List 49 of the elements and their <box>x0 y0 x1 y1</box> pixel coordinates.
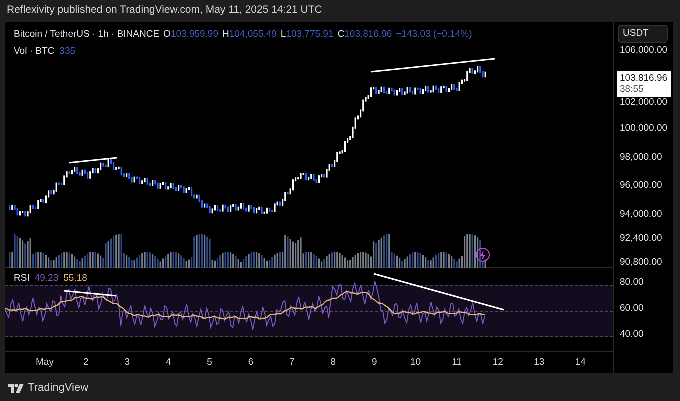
ohlc-value: 103,959.99 <box>170 28 218 42</box>
price-axis-label: 92,400.00 <box>620 232 662 246</box>
time-axis-label: 9 <box>372 356 378 370</box>
tradingview-logo-icon <box>8 384 24 393</box>
currency-button[interactable]: USDT <box>618 25 668 43</box>
price-axis-label: 106,000.00 <box>620 44 668 58</box>
volume-label: Vol · BTC <box>14 45 55 60</box>
ohlc-key: H <box>222 28 230 42</box>
time-axis-label: 5 <box>207 356 212 370</box>
trend-line <box>68 157 118 165</box>
volume-value: 335 <box>60 45 76 60</box>
price-axis-label: 100,000.00 <box>620 122 668 136</box>
publish-caption: Reflexivity published on TradingView.com, May 11, 2025 14:21 UTC <box>7 3 322 18</box>
time-axis-label: 7 <box>290 356 295 370</box>
bar-countdown: 38:55 <box>620 84 645 95</box>
time-axis-label: 14 <box>575 356 586 370</box>
time-axis-label: 11 <box>452 356 462 370</box>
rsi-axis-label: 60.00 <box>620 302 644 316</box>
rsi-axis-label: 40.00 <box>620 328 644 342</box>
brand-name: TradingView <box>28 381 89 396</box>
time-axis-label: 3 <box>124 356 130 370</box>
time-axis-label: 10 <box>410 356 422 370</box>
price-axis-label: 96,000.00 <box>620 179 662 193</box>
price-axis-label: 90,800.00 <box>620 256 662 270</box>
time-axis-label: 2 <box>84 356 89 370</box>
ohlc-key: C <box>338 28 345 42</box>
price-axis-label: 102,000.00 <box>620 96 668 110</box>
trend-line <box>63 290 117 298</box>
lightning-icon[interactable] <box>476 248 490 262</box>
rsi-axis-label: 80.00 <box>620 276 644 290</box>
ohlc-value: 104,055.49 <box>229 28 277 42</box>
time-axis-label: 4 <box>166 356 172 370</box>
rsi-value: 49.23 <box>34 272 59 286</box>
rsi-label: RSI <box>14 272 30 286</box>
ohlc-key: L <box>280 28 286 42</box>
last-price: 103,816.96 <box>620 73 668 84</box>
symbol-title: Bitcoin / TetherUS · 1h · BINANCE <box>14 28 160 42</box>
ohlc-key: O <box>164 28 171 42</box>
ohlc-value: 103,775.91 <box>286 28 334 42</box>
time-axis-label: May <box>36 356 54 370</box>
time-axis-label: 8 <box>330 356 336 370</box>
price-axis-label: 94,000.00 <box>620 208 662 222</box>
time-axis-label: 12 <box>492 356 504 370</box>
time-axis-label: 13 <box>534 356 545 370</box>
price-axis-label: 98,000.00 <box>620 151 662 165</box>
rsi-ma-value: 55.18 <box>64 272 88 286</box>
ohlc-value: 103,816.96 <box>344 28 392 42</box>
price-change: −143.03 (−0.14%) <box>396 28 472 42</box>
time-axis-label: 6 <box>248 356 254 370</box>
